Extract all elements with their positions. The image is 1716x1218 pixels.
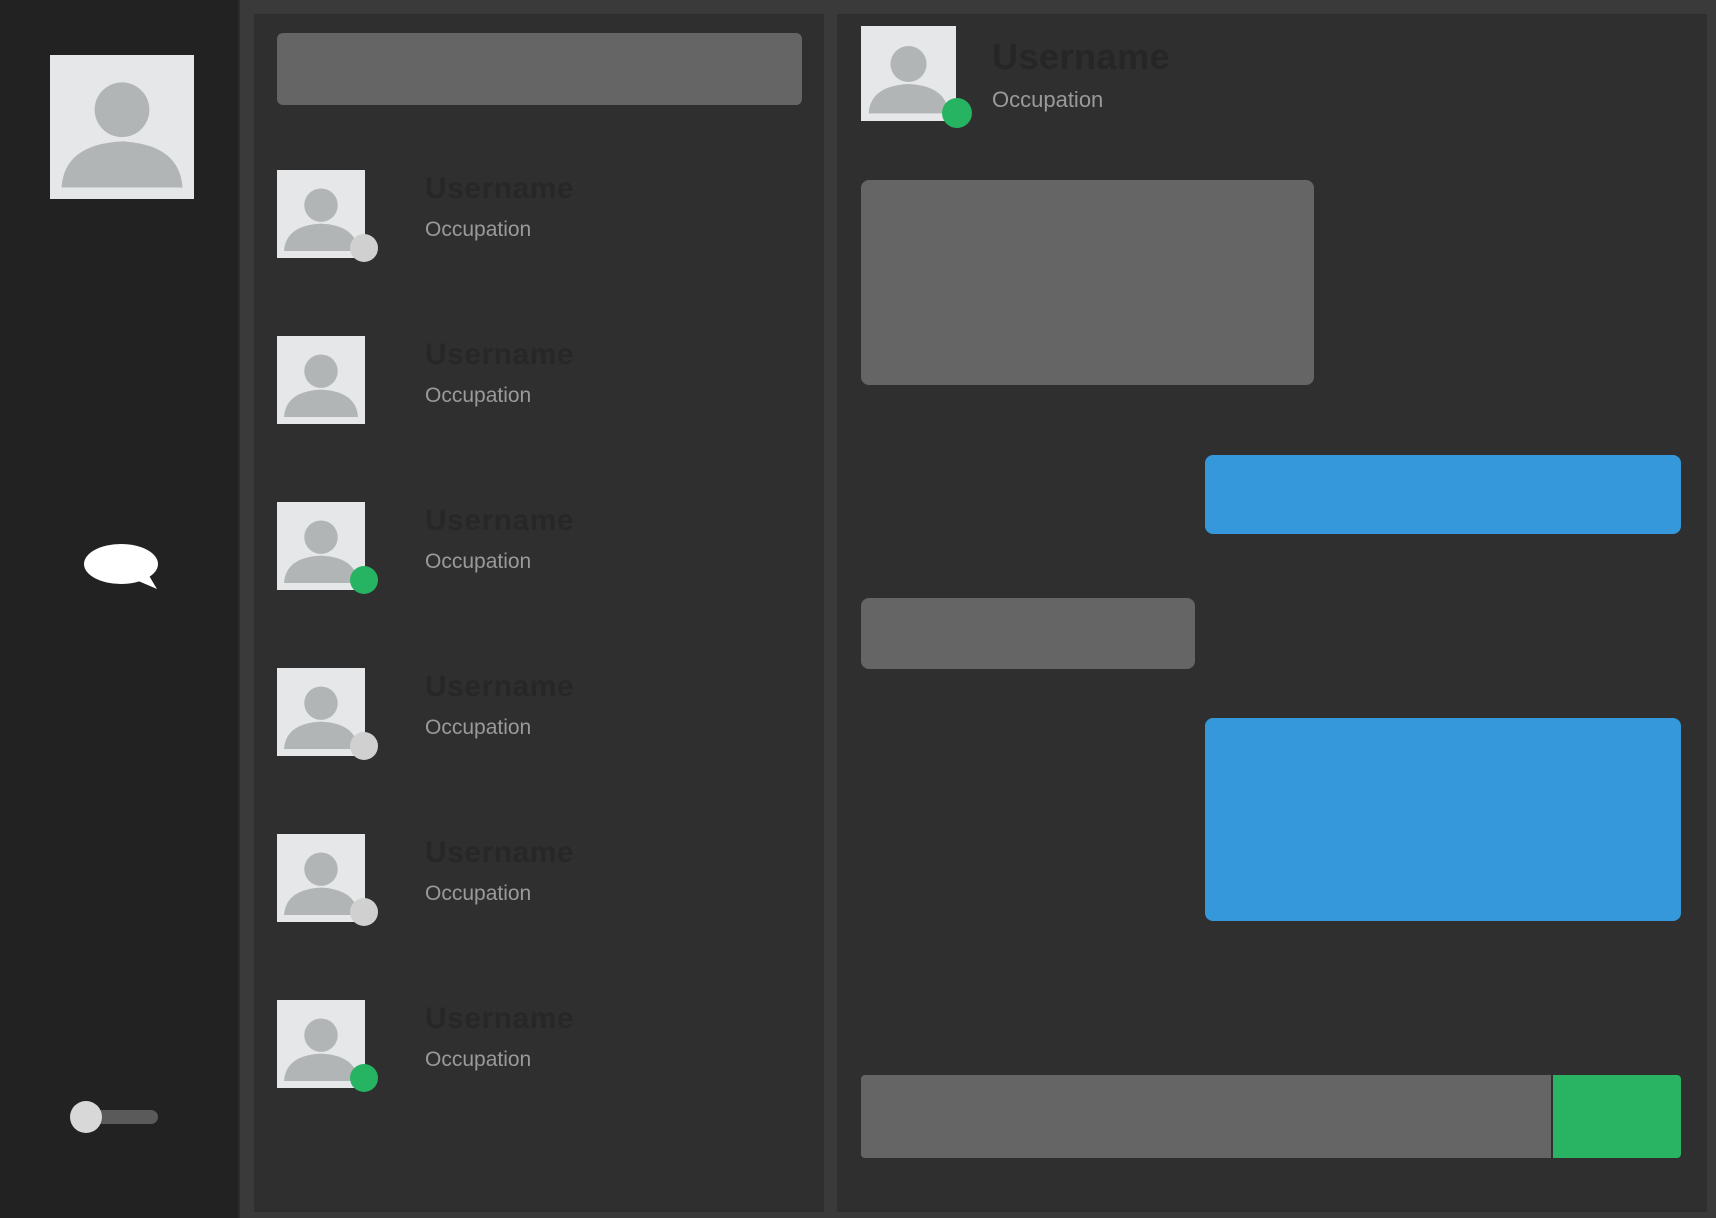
contact-username: Username: [425, 338, 575, 371]
message-bubble-incoming: [861, 180, 1314, 385]
contact-occupation: Occupation: [425, 1048, 532, 1071]
status-indicator: [350, 732, 378, 760]
chat-bubble-icon[interactable]: [84, 544, 162, 590]
message-bubble-outgoing: [1205, 455, 1681, 534]
contact-list-item[interactable]: Username Occupation: [277, 1000, 802, 1104]
contact-username: Username: [425, 504, 575, 537]
status-indicator: [350, 1064, 378, 1092]
contact-username: Username: [425, 1002, 575, 1035]
contacts-panel: Username Occupation Username Occupation User…: [254, 14, 824, 1212]
conversation-username: Username: [992, 36, 1171, 77]
conversation-avatar[interactable]: [861, 26, 956, 121]
contact-username: Username: [425, 670, 575, 703]
contact-search-input[interactable]: [277, 33, 802, 105]
conversation-occupation: Occupation: [992, 87, 1104, 112]
contact-occupation: Occupation: [425, 716, 532, 739]
user-avatar-icon: [61, 82, 183, 188]
status-indicator: [942, 98, 972, 128]
status-indicator: [350, 234, 378, 262]
contact-occupation: Occupation: [425, 218, 532, 241]
contact-occupation: Occupation: [425, 882, 532, 905]
status-indicator: [350, 566, 378, 594]
profile-avatar[interactable]: [50, 55, 194, 199]
contact-avatar: [277, 336, 365, 424]
contact-list-item[interactable]: Username Occupation: [277, 502, 802, 606]
user-avatar-icon: [868, 45, 949, 114]
contact-list-item[interactable]: Username Occupation: [277, 170, 802, 274]
theme-toggle[interactable]: [70, 1099, 160, 1135]
message-bubble-outgoing: [1205, 718, 1681, 921]
contact-username: Username: [425, 836, 575, 869]
message-input[interactable]: [861, 1075, 1551, 1158]
contact-list-item[interactable]: Username Occupation: [277, 336, 802, 440]
send-button[interactable]: [1553, 1075, 1681, 1158]
contact-occupation: Occupation: [425, 550, 532, 573]
contact-list-item[interactable]: Username Occupation: [277, 834, 802, 938]
user-avatar-icon: [284, 354, 358, 417]
conversation-panel: Username Occupation: [837, 14, 1707, 1212]
contact-occupation: Occupation: [425, 384, 532, 407]
toggle-knob[interactable]: [70, 1101, 102, 1133]
message-bubble-incoming: [861, 598, 1195, 669]
contact-list-item[interactable]: Username Occupation: [277, 668, 802, 772]
contact-username: Username: [425, 172, 575, 205]
status-indicator: [350, 898, 378, 926]
sidebar-rail: [0, 0, 240, 1218]
